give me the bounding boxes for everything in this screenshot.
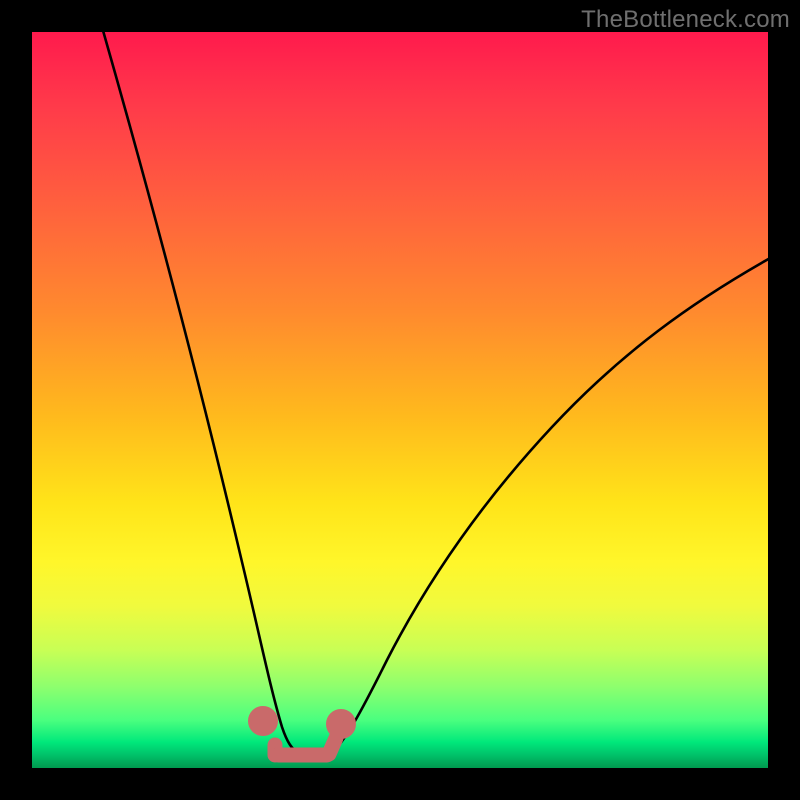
chart-frame: TheBottleneck.com	[0, 0, 800, 800]
curve-left	[102, 32, 300, 754]
curve-layer	[32, 32, 768, 768]
trough-marker-group	[256, 714, 349, 756]
watermark-text: TheBottleneck.com	[581, 6, 790, 34]
plot-area	[32, 32, 768, 768]
curve-right	[330, 257, 768, 754]
